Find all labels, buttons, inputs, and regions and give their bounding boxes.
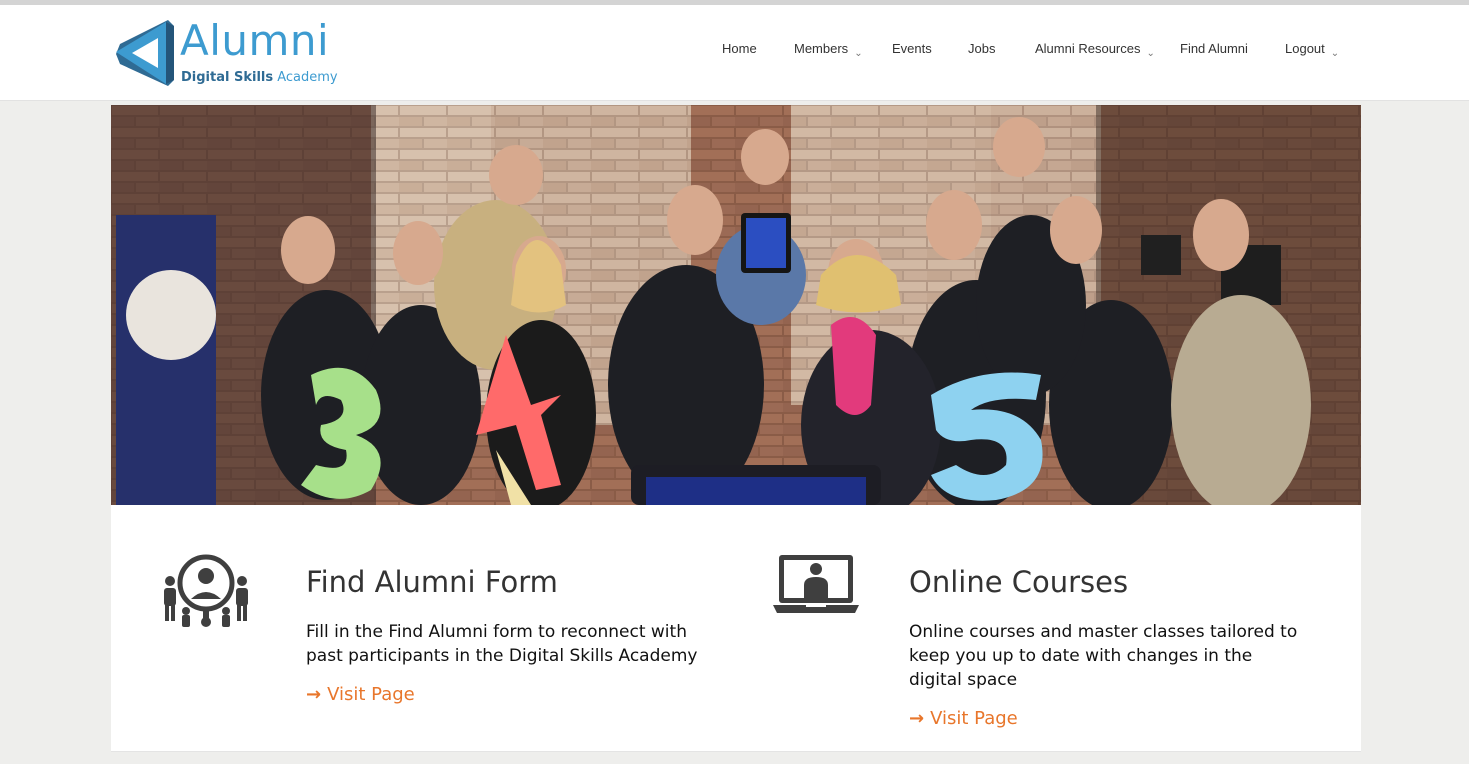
logo-brand-text: Alumni <box>180 16 330 65</box>
logo-tagline: Digital Skills Academy <box>181 70 338 86</box>
nav-alumni-resources-label: Alumni Resources <box>1035 41 1141 56</box>
hero-photo <box>111 105 1361 505</box>
nav-home-label: Home <box>722 41 757 56</box>
nav-find-alumni-label: Find Alumni <box>1180 41 1248 56</box>
nav-events[interactable]: Events <box>892 41 932 56</box>
people-network-icon <box>164 554 248 627</box>
nav-logout[interactable]: Logout ⌄ <box>1285 41 1340 59</box>
chevron-down-icon: ⌄ <box>854 48 863 59</box>
arrow-right-icon: → <box>306 684 322 705</box>
visit-page-label: Visit Page <box>327 684 415 705</box>
nav-members[interactable]: Members ⌄ <box>794 41 863 59</box>
nav-jobs-label: Jobs <box>968 41 996 56</box>
feature-description-find-alumni: Fill in the Find Alumni form to reconnec… <box>306 622 698 666</box>
visit-page-link-find-alumni[interactable]: → Visit Page <box>306 684 415 705</box>
logo-tagline-bold: Digital Skills <box>181 70 274 85</box>
site-logo[interactable]: Alumni Digital Skills Academy <box>110 16 338 88</box>
chevron-down-icon: ⌄ <box>1146 48 1155 59</box>
logo-mark-icon <box>116 20 174 86</box>
nav-logout-label: Logout <box>1285 41 1325 56</box>
feature-description-online-courses: Online courses and master classes tailor… <box>909 622 1298 690</box>
chevron-down-icon: ⌄ <box>1330 48 1340 59</box>
feature-title-online-courses: Online Courses <box>909 565 1129 599</box>
visit-page-label: Visit Page <box>930 708 1018 729</box>
hero-banner-image <box>111 105 1361 505</box>
features-section: Find Alumni Form Fill in the Find Alumni… <box>111 505 1361 752</box>
nav-jobs[interactable]: Jobs <box>968 41 995 56</box>
nav-find-alumni[interactable]: Find Alumni <box>1180 41 1248 56</box>
logo-tagline-light: Academy <box>277 70 338 85</box>
arrow-right-icon: → <box>909 708 925 729</box>
nav-home[interactable]: Home <box>722 41 757 56</box>
laptop-user-icon <box>773 555 859 613</box>
nav-alumni-resources[interactable]: Alumni Resources ⌄ <box>1035 41 1155 59</box>
feature-title-find-alumni: Find Alumni Form <box>306 565 558 599</box>
site-header: Alumni Digital Skills Academy Home Membe… <box>0 5 1469 101</box>
nav-members-label: Members <box>794 41 849 56</box>
nav-events-label: Events <box>892 41 932 56</box>
visit-page-link-online-courses[interactable]: → Visit Page <box>909 708 1018 729</box>
